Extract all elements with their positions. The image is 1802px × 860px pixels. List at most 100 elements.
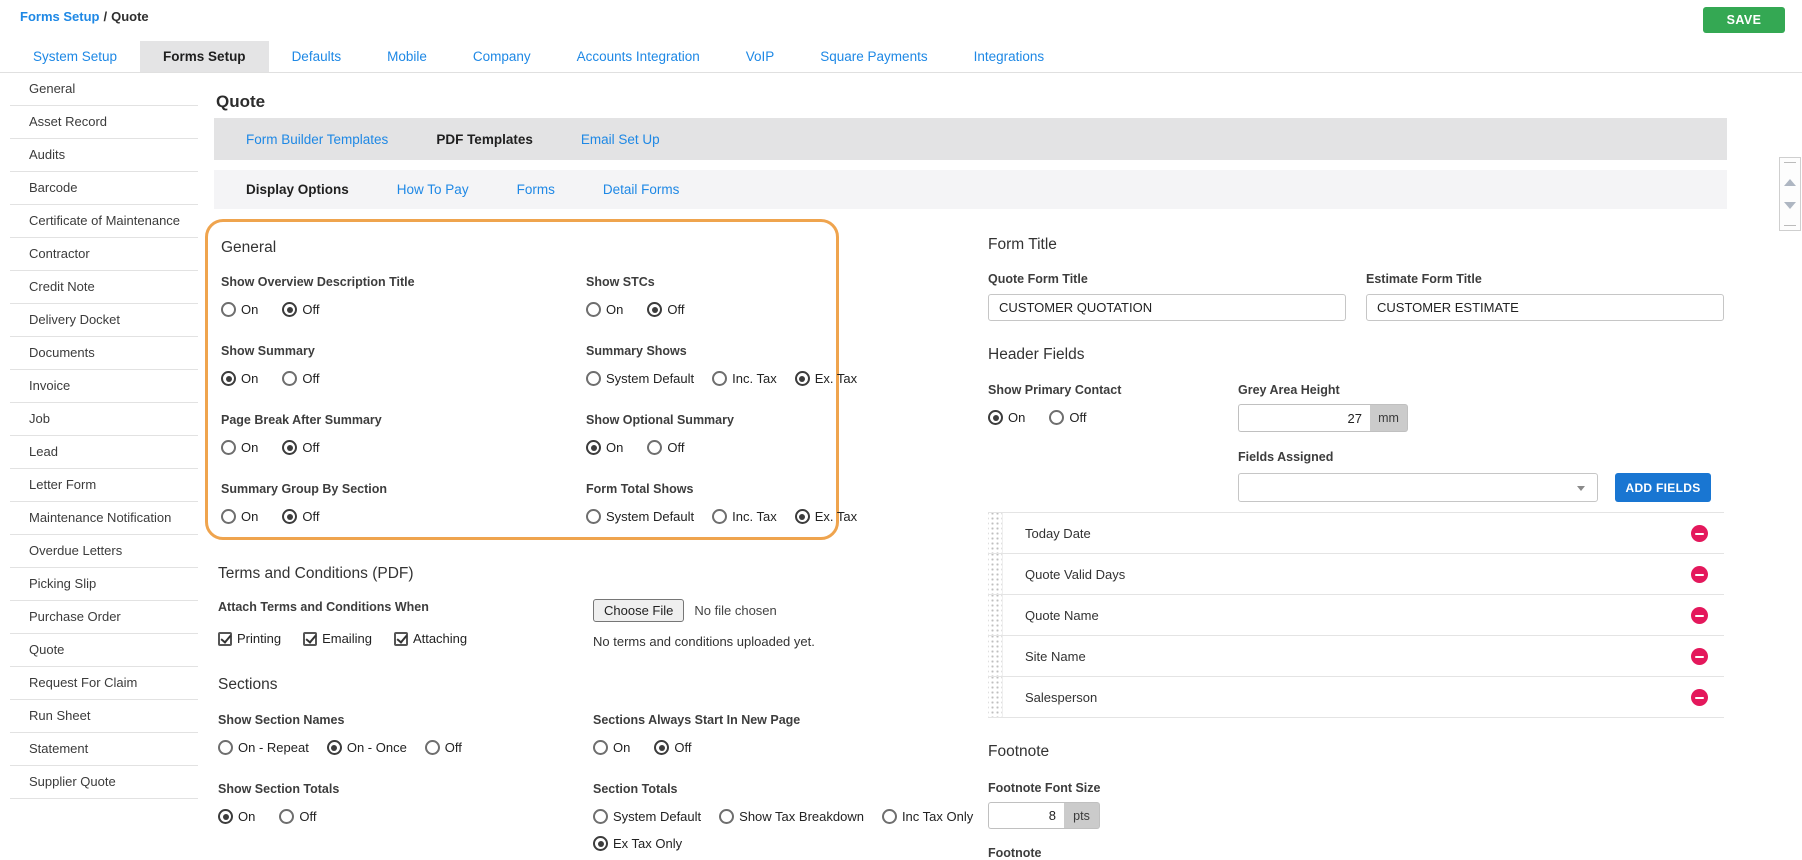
footnote-font-size-input[interactable] xyxy=(988,802,1064,829)
save-button[interactable]: SAVE xyxy=(1703,7,1785,33)
tab-form-builder-templates[interactable]: Form Builder Templates xyxy=(246,132,388,147)
radio-icon xyxy=(712,509,728,524)
drag-handle-icon[interactable] xyxy=(988,595,1003,635)
drag-handle-icon[interactable] xyxy=(988,636,1003,676)
radio-option[interactable]: On xyxy=(221,371,258,386)
radio-option[interactable]: Off xyxy=(282,440,319,455)
radio-option[interactable]: On xyxy=(218,809,255,824)
radio-option[interactable]: Off xyxy=(647,302,684,317)
radio-option[interactable]: Off xyxy=(282,302,319,317)
sidebar-item-maintenance-notification[interactable]: Maintenance Notification xyxy=(10,502,198,535)
remove-field-button[interactable] xyxy=(1691,525,1708,542)
radio-option[interactable]: Off xyxy=(1049,410,1086,425)
fields-assigned-select[interactable] xyxy=(1238,473,1598,502)
tab-voip[interactable]: VoIP xyxy=(723,41,798,72)
tab-defaults[interactable]: Defaults xyxy=(269,41,365,72)
tab-company[interactable]: Company xyxy=(450,41,554,72)
sidebar-item-asset-record[interactable]: Asset Record xyxy=(10,106,198,139)
tab-how-to-pay[interactable]: How To Pay xyxy=(397,182,469,197)
choose-file-button[interactable]: Choose File xyxy=(593,599,685,622)
tab-forms[interactable]: Forms xyxy=(517,182,555,197)
radio-option[interactable]: Off xyxy=(282,509,319,524)
tab-display-options[interactable]: Display Options xyxy=(246,182,349,197)
drag-handle-icon[interactable] xyxy=(988,513,1003,553)
radio-option[interactable]: Ex Tax Only xyxy=(593,836,682,851)
checkbox-attaching[interactable]: Attaching xyxy=(393,631,467,646)
sidebar-item-supplier-quote[interactable]: Supplier Quote xyxy=(10,766,198,799)
radio-option[interactable]: Show Tax Breakdown xyxy=(719,809,864,824)
sidebar-item-credit-note[interactable]: Credit Note xyxy=(10,271,198,304)
field-show-summary: Show Summary On Off xyxy=(221,344,320,386)
sidebar-item-audits[interactable]: Audits xyxy=(10,139,198,172)
tab-forms-setup[interactable]: Forms Setup xyxy=(140,41,269,72)
radio-option[interactable]: On xyxy=(221,302,258,317)
radio-option[interactable]: Off xyxy=(654,740,691,755)
radio-option[interactable]: Inc. Tax xyxy=(712,509,777,524)
sidebar-item-picking-slip[interactable]: Picking Slip xyxy=(10,568,198,601)
sidebar-item-request-for-claim[interactable]: Request For Claim xyxy=(10,667,198,700)
sidebar-item-general[interactable]: General xyxy=(10,73,198,106)
tab-email-set-up[interactable]: Email Set Up xyxy=(581,132,660,147)
sidebar-item-run-sheet[interactable]: Run Sheet xyxy=(10,700,198,733)
quote-form-title-input[interactable] xyxy=(988,294,1346,321)
radio-option[interactable]: System Default xyxy=(586,371,694,386)
radio-option[interactable]: On xyxy=(221,440,258,455)
scroll-control[interactable] xyxy=(1779,157,1801,231)
sidebar-item-purchase-order[interactable]: Purchase Order xyxy=(10,601,198,634)
radio-option[interactable]: Ex. Tax xyxy=(794,371,857,386)
radio-option[interactable]: On xyxy=(586,302,623,317)
remove-field-button[interactable] xyxy=(1691,648,1708,665)
drag-handle-icon[interactable] xyxy=(988,677,1003,717)
radio-option[interactable]: On - Repeat xyxy=(218,740,309,755)
tab-square-payments[interactable]: Square Payments xyxy=(797,41,950,72)
assigned-field-row-quote-name: Quote Name xyxy=(988,595,1724,636)
radio-option[interactable]: On xyxy=(221,509,258,524)
add-fields-button[interactable]: ADD FIELDS xyxy=(1615,473,1711,502)
radio-option[interactable]: Ex. Tax xyxy=(794,509,857,524)
sidebar-item-job[interactable]: Job xyxy=(10,403,198,436)
checkbox-emailing[interactable]: Emailing xyxy=(303,631,372,646)
remove-field-button[interactable] xyxy=(1691,607,1708,624)
radio-icon xyxy=(647,440,663,455)
radio-option[interactable]: Off xyxy=(282,371,319,386)
scroll-up-icon[interactable] xyxy=(1784,179,1796,186)
sidebar-item-quote[interactable]: Quote xyxy=(10,634,198,667)
radio-option[interactable]: On xyxy=(586,440,623,455)
form-title-heading: Form Title xyxy=(988,236,1057,253)
radio-option[interactable]: System Default xyxy=(593,809,701,824)
tab-pdf-templates[interactable]: PDF Templates xyxy=(436,132,533,147)
estimate-form-title-input[interactable] xyxy=(1366,294,1724,321)
checkbox-printing[interactable]: Printing xyxy=(218,631,281,646)
breadcrumb-link-forms-setup[interactable]: Forms Setup xyxy=(20,9,99,24)
quote-form-title-label: Quote Form Title xyxy=(988,272,1088,286)
radio-option[interactable]: On xyxy=(593,740,630,755)
scroll-down-icon[interactable] xyxy=(1784,202,1796,209)
grey-area-height-input[interactable] xyxy=(1238,404,1370,432)
remove-field-button[interactable] xyxy=(1691,689,1708,706)
radio-option[interactable]: Off xyxy=(647,440,684,455)
tab-integrations[interactable]: Integrations xyxy=(951,41,1068,72)
drag-handle-icon[interactable] xyxy=(988,554,1003,594)
radio-option[interactable]: Off xyxy=(279,809,316,824)
remove-field-button[interactable] xyxy=(1691,566,1708,583)
sidebar-item-lead[interactable]: Lead xyxy=(10,436,198,469)
radio-option[interactable]: Inc. Tax xyxy=(712,371,777,386)
tab-system-setup[interactable]: System Setup xyxy=(10,41,140,72)
sidebar-item-overdue-letters[interactable]: Overdue Letters xyxy=(10,535,198,568)
sidebar-item-barcode[interactable]: Barcode xyxy=(10,172,198,205)
radio-option[interactable]: Inc Tax Only xyxy=(881,809,973,824)
sidebar-item-delivery-docket[interactable]: Delivery Docket xyxy=(10,304,198,337)
radio-option[interactable]: On xyxy=(988,410,1025,425)
sidebar-item-invoice[interactable]: Invoice xyxy=(10,370,198,403)
radio-option[interactable]: Off xyxy=(424,740,462,755)
sidebar-item-statement[interactable]: Statement xyxy=(10,733,198,766)
radio-option[interactable]: On - Once xyxy=(326,740,407,755)
sidebar-item-certificate-of-maintenance[interactable]: Certificate of Maintenance xyxy=(10,205,198,238)
sidebar-item-documents[interactable]: Documents xyxy=(10,337,198,370)
tab-accounts-integration[interactable]: Accounts Integration xyxy=(554,41,723,72)
sidebar-item-contractor[interactable]: Contractor xyxy=(10,238,198,271)
sidebar-item-letter-form[interactable]: Letter Form xyxy=(10,469,198,502)
tab-mobile[interactable]: Mobile xyxy=(364,41,450,72)
tab-detail-forms[interactable]: Detail Forms xyxy=(603,182,680,197)
radio-option[interactable]: System Default xyxy=(586,509,694,524)
